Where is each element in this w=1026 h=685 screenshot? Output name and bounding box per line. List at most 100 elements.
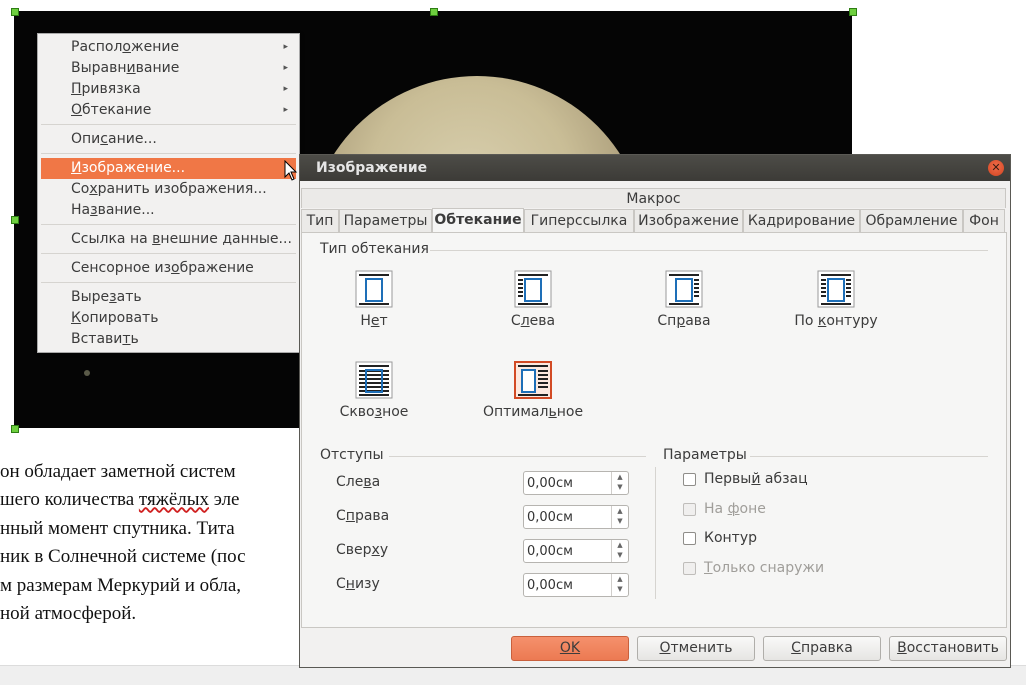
text-line: нный момент спутника. Тита: [0, 517, 235, 539]
column-divider: [655, 467, 656, 599]
status-bar: [0, 665, 1026, 685]
dialog-titlebar[interactable]: Изображение ✕: [300, 155, 1010, 181]
spin-arrows-icon[interactable]: ▲ ▼: [611, 540, 628, 562]
outside-only-checkbox[interactable]: Только снаружи: [683, 560, 824, 576]
first-paragraph-checkbox[interactable]: Первый абзац: [683, 471, 808, 487]
spacing-right-input[interactable]: [524, 506, 613, 528]
tab-type[interactable]: Тип: [301, 209, 339, 232]
in-background-checkbox[interactable]: На фоне: [683, 501, 766, 517]
submenu-arrow-icon: ▸: [283, 63, 288, 73]
submenu-arrow-icon: ▸: [283, 42, 288, 52]
context-menu: Расположение ▸ Выравнивание ▸ Привязка ▸ Об…: [37, 33, 300, 353]
menu-separator: [41, 153, 296, 154]
wrap-parallel-icon: [817, 270, 855, 308]
checkbox-label: На фоне: [704, 501, 766, 517]
spin-arrows-icon[interactable]: ▲ ▼: [611, 574, 628, 596]
spacing-right-spinbox[interactable]: ▲▼: [523, 505, 629, 529]
spacing-top-label: Сверху: [336, 542, 389, 558]
tab-area[interactable]: Фон: [963, 209, 1005, 232]
resize-handle[interactable]: [430, 8, 438, 16]
wrap-through-icon: [355, 361, 393, 399]
wrap-right-icon: [665, 270, 703, 308]
moon-dot: [84, 370, 90, 376]
resize-handle[interactable]: [11, 425, 19, 433]
spacing-top-input[interactable]: [524, 540, 613, 562]
section-divider: [750, 456, 988, 457]
checkbox-label: Только снаружи: [704, 560, 825, 576]
wrap-section-title: Тип обтекания: [320, 241, 429, 257]
wrap-option-none[interactable]: Нет: [314, 270, 434, 329]
menu-item-anchor[interactable]: Привязка ▸: [41, 79, 296, 100]
spacing-left-spinbox[interactable]: ▲▼: [523, 471, 629, 495]
menu-separator: [41, 224, 296, 225]
contour-checkbox[interactable]: Контур: [683, 530, 757, 546]
checkbox-box[interactable]: [683, 531, 696, 545]
mouse-cursor-icon: [284, 160, 298, 181]
tab-macro[interactable]: Макрос: [301, 188, 1006, 208]
menu-item-external-data-link[interactable]: Ссылка на внешние данные...: [41, 229, 296, 250]
spacing-right-label: Справа: [336, 508, 390, 524]
spin-arrows-icon[interactable]: ▲ ▼: [611, 506, 628, 528]
wrap-option-left[interactable]: Слева: [473, 270, 593, 329]
checkbox-box[interactable]: [683, 561, 696, 575]
document-text[interactable]: он обладает заметной систем шего количес…: [0, 458, 300, 628]
wrap-option-optimal[interactable]: Оптимальное: [473, 361, 593, 420]
spacing-top-spinbox[interactable]: ▲▼: [523, 539, 629, 563]
close-icon[interactable]: ✕: [988, 160, 1004, 176]
wrap-tab-panel: Тип обтекания Нет Слева Справа По контур…: [301, 232, 1007, 628]
section-divider: [389, 456, 646, 457]
menu-separator: [41, 282, 296, 283]
wrap-optimal-icon: [514, 361, 552, 399]
cancel-button[interactable]: Отменить: [637, 636, 755, 661]
ok-button[interactable]: OK: [511, 636, 629, 661]
help-button[interactable]: Справка: [763, 636, 881, 661]
menu-item-align[interactable]: Выравнивание ▸: [41, 58, 296, 79]
tab-wrap[interactable]: Обтекание: [432, 208, 524, 232]
menu-item-wrap[interactable]: Обтекание ▸: [41, 100, 296, 121]
menu-item-save-images[interactable]: Сохранить изображения...: [41, 179, 296, 200]
menu-item-cut[interactable]: Вырезать: [41, 287, 296, 308]
section-divider: [430, 250, 988, 251]
checkbox-box[interactable]: [683, 472, 696, 486]
text-line: м размерам Меркурий и обла,: [0, 574, 242, 596]
wrap-option-label: Справа: [657, 313, 711, 329]
reset-button[interactable]: Восстановить: [889, 636, 1007, 661]
menu-item-copy[interactable]: Копировать: [41, 308, 296, 329]
spacing-bottom-spinbox[interactable]: ▲▼: [523, 573, 629, 597]
tab-hyperlink[interactable]: Гиперссылка: [524, 209, 634, 232]
text-line: ник в Солнечной системе (пос: [0, 546, 246, 568]
spacing-bottom-label: Снизу: [336, 576, 380, 592]
tab-crop[interactable]: Кадрирование: [743, 209, 860, 232]
checkbox-label: Первый абзац: [704, 471, 808, 487]
menu-item-image-properties[interactable]: Изображение...: [41, 158, 296, 179]
resize-handle[interactable]: [11, 216, 19, 224]
resize-handle[interactable]: [11, 8, 19, 16]
wrap-option-label: Оптимальное: [482, 404, 584, 420]
wrap-option-label: Сквозное: [339, 404, 409, 420]
menu-item-paste[interactable]: Вставить: [41, 329, 296, 350]
spacing-left-label: Слева: [336, 474, 381, 490]
text-line: ной атмосферой.: [0, 603, 137, 625]
spacing-left-input[interactable]: [524, 472, 613, 494]
tab-image[interactable]: Изображение: [634, 209, 743, 232]
wrap-option-through[interactable]: Сквозное: [314, 361, 434, 420]
options-section-title: Параметры: [663, 447, 747, 463]
resize-handle[interactable]: [849, 8, 857, 16]
spacing-bottom-input[interactable]: [524, 574, 613, 596]
spin-arrows-icon[interactable]: ▲ ▼: [611, 472, 628, 494]
menu-item-position[interactable]: Расположение ▸: [41, 37, 296, 58]
wrap-option-right[interactable]: Справа: [624, 270, 744, 329]
wrap-option-label: По контуру: [794, 313, 878, 329]
image-properties-dialog: Изображение ✕ Макрос Тип Параметры Обтек…: [299, 154, 1011, 668]
menu-separator: [41, 124, 296, 125]
checkbox-box[interactable]: [683, 502, 696, 516]
text-line: он обладает заметной систем: [0, 461, 236, 482]
menu-item-image-map[interactable]: Сенсорное изображение: [41, 258, 296, 279]
tab-options[interactable]: Параметры: [339, 209, 432, 232]
menu-item-caption[interactable]: Название...: [41, 200, 296, 221]
wrap-option-parallel[interactable]: По контуру: [776, 270, 896, 329]
menu-item-description[interactable]: Описание...: [41, 129, 296, 150]
wrap-option-label: Нет: [360, 313, 388, 329]
tab-borders[interactable]: Обрамление: [860, 209, 963, 232]
submenu-arrow-icon: ▸: [283, 84, 288, 94]
